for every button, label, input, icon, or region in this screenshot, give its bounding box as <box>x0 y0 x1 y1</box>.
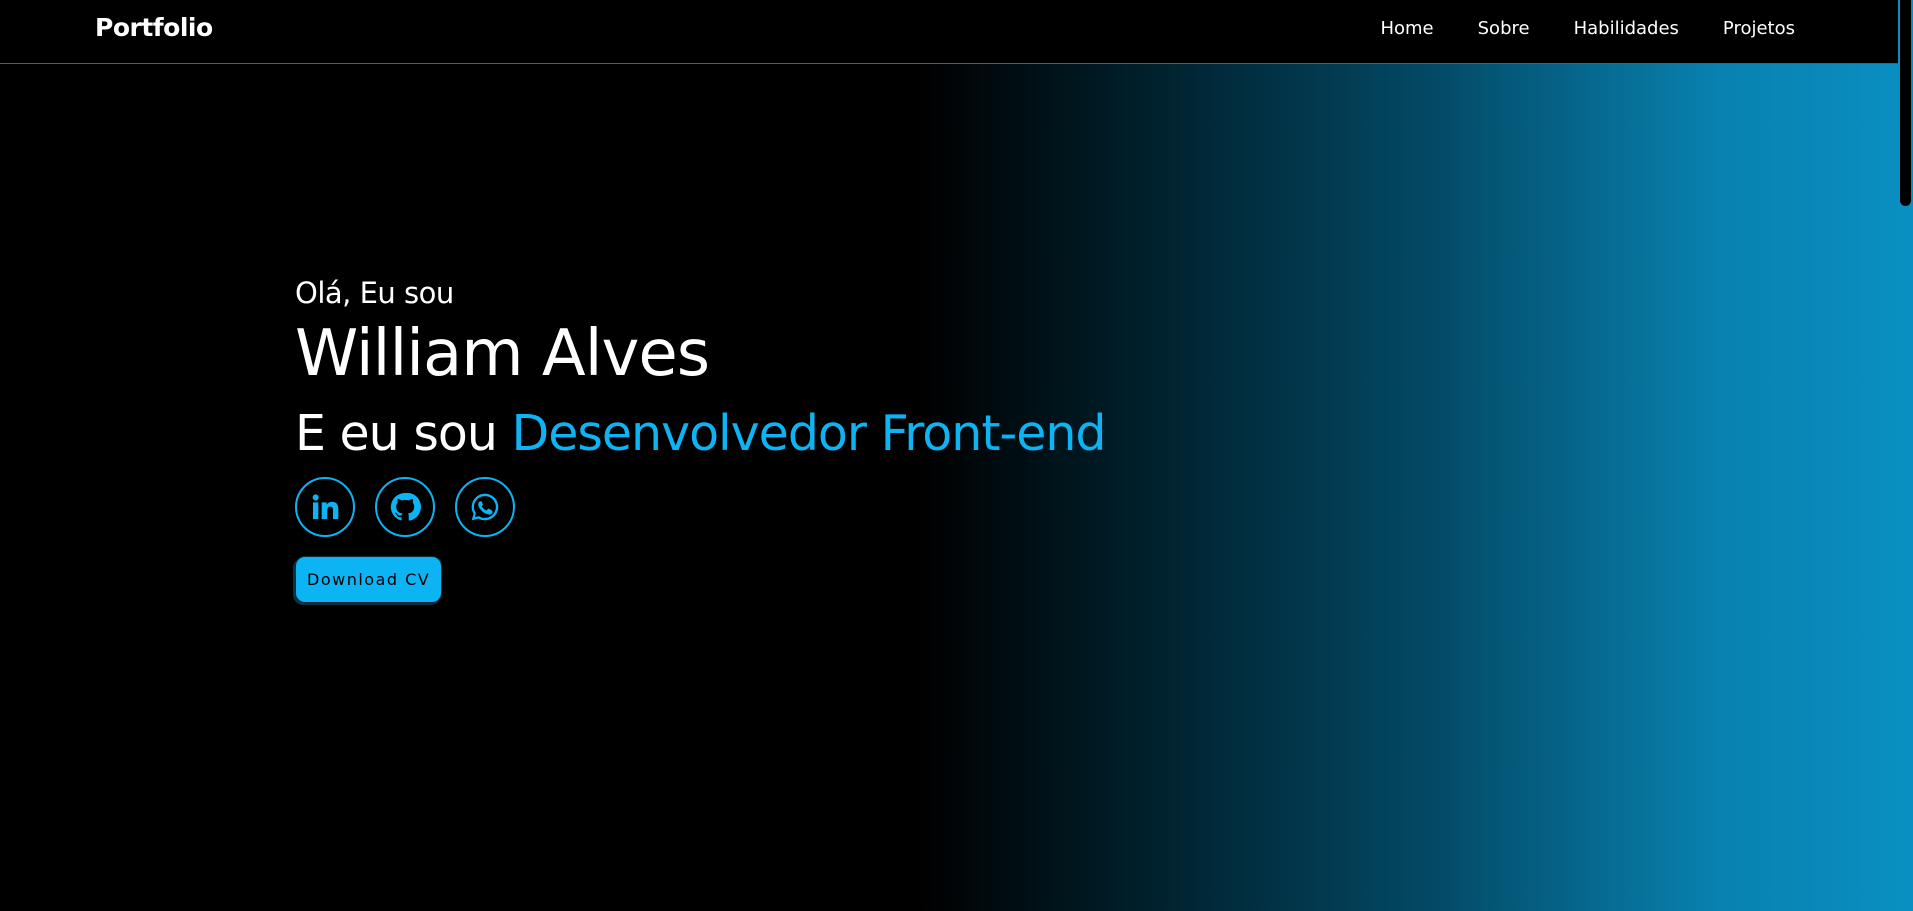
github-icon <box>390 493 421 521</box>
whatsapp-icon <box>471 493 499 521</box>
hero-name: William Alves <box>295 317 710 391</box>
nav-link-projetos[interactable]: Projetos <box>1723 18 1795 39</box>
github-button[interactable] <box>375 477 435 538</box>
download-cv-button[interactable]: Download CV <box>295 556 443 604</box>
logo[interactable]: Portfolio <box>95 13 213 42</box>
nav-link-sobre[interactable]: Sobre <box>1478 18 1530 39</box>
role-prefix: E eu sou <box>295 405 498 463</box>
nav-link-home[interactable]: Home <box>1380 18 1433 39</box>
page: Portfolio Home Sobre Habilidades Projeto… <box>0 0 1913 911</box>
linkedin-button[interactable] <box>295 477 355 538</box>
scrollbar-thumb[interactable] <box>1900 0 1911 206</box>
navbar: Portfolio Home Sobre Habilidades Projeto… <box>0 0 1898 64</box>
greeting-text: Olá, Eu sou <box>295 276 454 310</box>
hero-role: E eu sou Desenvolvedor Front-end <box>295 405 1107 463</box>
whatsapp-button[interactable] <box>455 477 515 538</box>
nav-menu: Home Sobre Habilidades Projetos <box>1380 18 1795 39</box>
role-highlight: Desenvolvedor Front-end <box>511 405 1106 463</box>
hero-section: Olá, Eu sou William Alves E eu sou Desen… <box>295 276 1107 604</box>
social-links <box>295 477 1106 538</box>
nav-link-habilidades[interactable]: Habilidades <box>1574 18 1679 39</box>
scrollbar[interactable] <box>1898 0 1913 911</box>
linkedin-icon <box>312 494 339 520</box>
